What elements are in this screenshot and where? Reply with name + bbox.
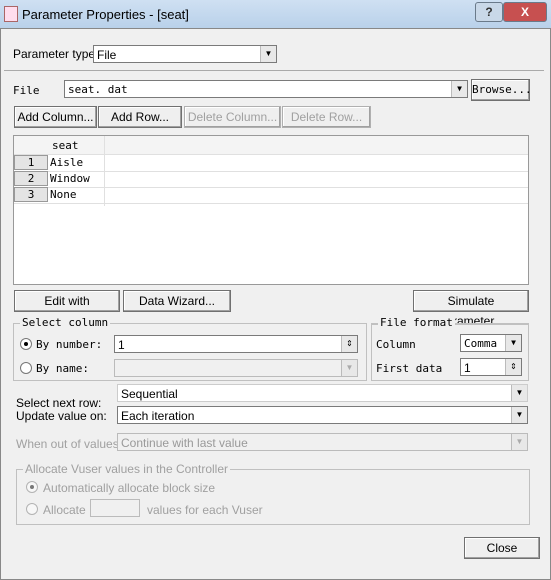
select-next-row-value: Sequential (121, 387, 178, 401)
spinner-icon[interactable]: ⇕ (505, 359, 521, 375)
column-header-seat[interactable]: seat (52, 139, 79, 152)
chevron-down-icon: ▼ (511, 385, 527, 401)
row-number[interactable]: 2 (14, 171, 48, 186)
allocate-radio[interactable] (26, 503, 38, 515)
edit-with-notepad-button[interactable]: Edit with Notepad... (14, 290, 120, 328)
select-next-row-label: Select next row: (16, 396, 102, 410)
help-button[interactable]: ? (475, 2, 503, 22)
spinner-icon[interactable]: ⇕ (341, 336, 357, 352)
auto-allocate-label: Automatically allocate block size (43, 481, 216, 495)
row-line (14, 154, 528, 155)
table-cell[interactable]: None (50, 187, 77, 203)
chevron-down-icon: ▼ (451, 81, 467, 97)
column-format-select[interactable]: Comma ▼ (460, 334, 522, 352)
file-value: seat. dat (68, 83, 128, 96)
allocate-input[interactable] (90, 499, 140, 517)
add-column-button[interactable]: Add Column... (14, 106, 97, 128)
by-number-label: By number: (36, 338, 103, 351)
divider (4, 70, 544, 71)
update-value-label: Update value on: (16, 409, 107, 423)
browse-button[interactable]: Browse... (471, 79, 532, 101)
by-name-select[interactable]: ▼ (114, 359, 358, 377)
allocate-suffix: values for each Vuser (147, 503, 263, 517)
close-window-button[interactable]: X (503, 2, 547, 22)
by-name-label: By name: (36, 362, 89, 375)
row-number[interactable]: 3 (14, 187, 48, 202)
close-button[interactable]: Close (464, 537, 540, 559)
parameter-type-label: Parameter type: (13, 47, 99, 61)
app-icon (4, 6, 18, 22)
file-format-title: File format (378, 316, 455, 329)
first-data-label: First data (376, 362, 443, 375)
by-number-radio[interactable] (20, 338, 32, 350)
select-column-title: Select column (20, 316, 111, 329)
by-number-value: 1 (118, 338, 125, 352)
first-data-input[interactable]: 1 ⇕ (460, 358, 522, 376)
file-label: File (13, 84, 40, 97)
row-line (14, 187, 528, 188)
chevron-down-icon: ▼ (341, 360, 357, 376)
by-number-input[interactable]: 1 ⇕ (114, 335, 358, 353)
delete-column-button[interactable]: Delete Column... (184, 106, 281, 128)
file-select[interactable]: seat. dat ▼ (64, 80, 468, 98)
chevron-down-icon: ▼ (505, 335, 521, 351)
title-bar: Parameter Properties - [seat] ? X (0, 0, 551, 29)
column-format-value: Comma (464, 337, 498, 350)
chevron-down-icon: ▼ (511, 434, 527, 450)
chevron-down-icon: ▼ (511, 407, 527, 423)
data-wizard-button[interactable]: Data Wizard... (123, 290, 231, 312)
parameter-type-select[interactable]: File ▼ (93, 45, 277, 63)
table-cell[interactable]: Aisle (50, 155, 83, 171)
chevron-down-icon: ▼ (260, 46, 276, 62)
table-cell[interactable]: Window (50, 171, 90, 187)
out-of-values-select[interactable]: Continue with last value ▼ (117, 433, 528, 451)
window-title: Parameter Properties - [seat] (22, 7, 189, 22)
row-line (14, 171, 528, 172)
data-table[interactable]: seat 1 Aisle 2 Window 3 None (13, 135, 529, 285)
auto-allocate-radio[interactable] (26, 481, 38, 493)
out-of-values-label: When out of values: (16, 437, 123, 451)
by-name-radio[interactable] (20, 362, 32, 374)
column-format-label: Column (376, 338, 416, 351)
add-row-button[interactable]: Add Row... (98, 106, 182, 128)
table-header (14, 136, 528, 154)
delete-row-button[interactable]: Delete Row... (282, 106, 371, 128)
row-number[interactable]: 1 (14, 155, 48, 170)
allocate-label: Allocate (43, 503, 86, 517)
parameter-type-value: File (97, 48, 117, 62)
simulate-parameter-button[interactable]: Simulate Parameter... (413, 290, 529, 328)
select-next-row-select[interactable]: Sequential ▼ (117, 384, 528, 402)
out-of-values-value: Continue with last value (121, 436, 248, 450)
allocate-title: Allocate Vuser values in the Controller (23, 462, 230, 476)
update-value-select[interactable]: Each iteration ▼ (117, 406, 528, 424)
first-data-value: 1 (464, 361, 471, 375)
update-value-value: Each iteration (121, 409, 195, 423)
row-line (14, 203, 528, 204)
